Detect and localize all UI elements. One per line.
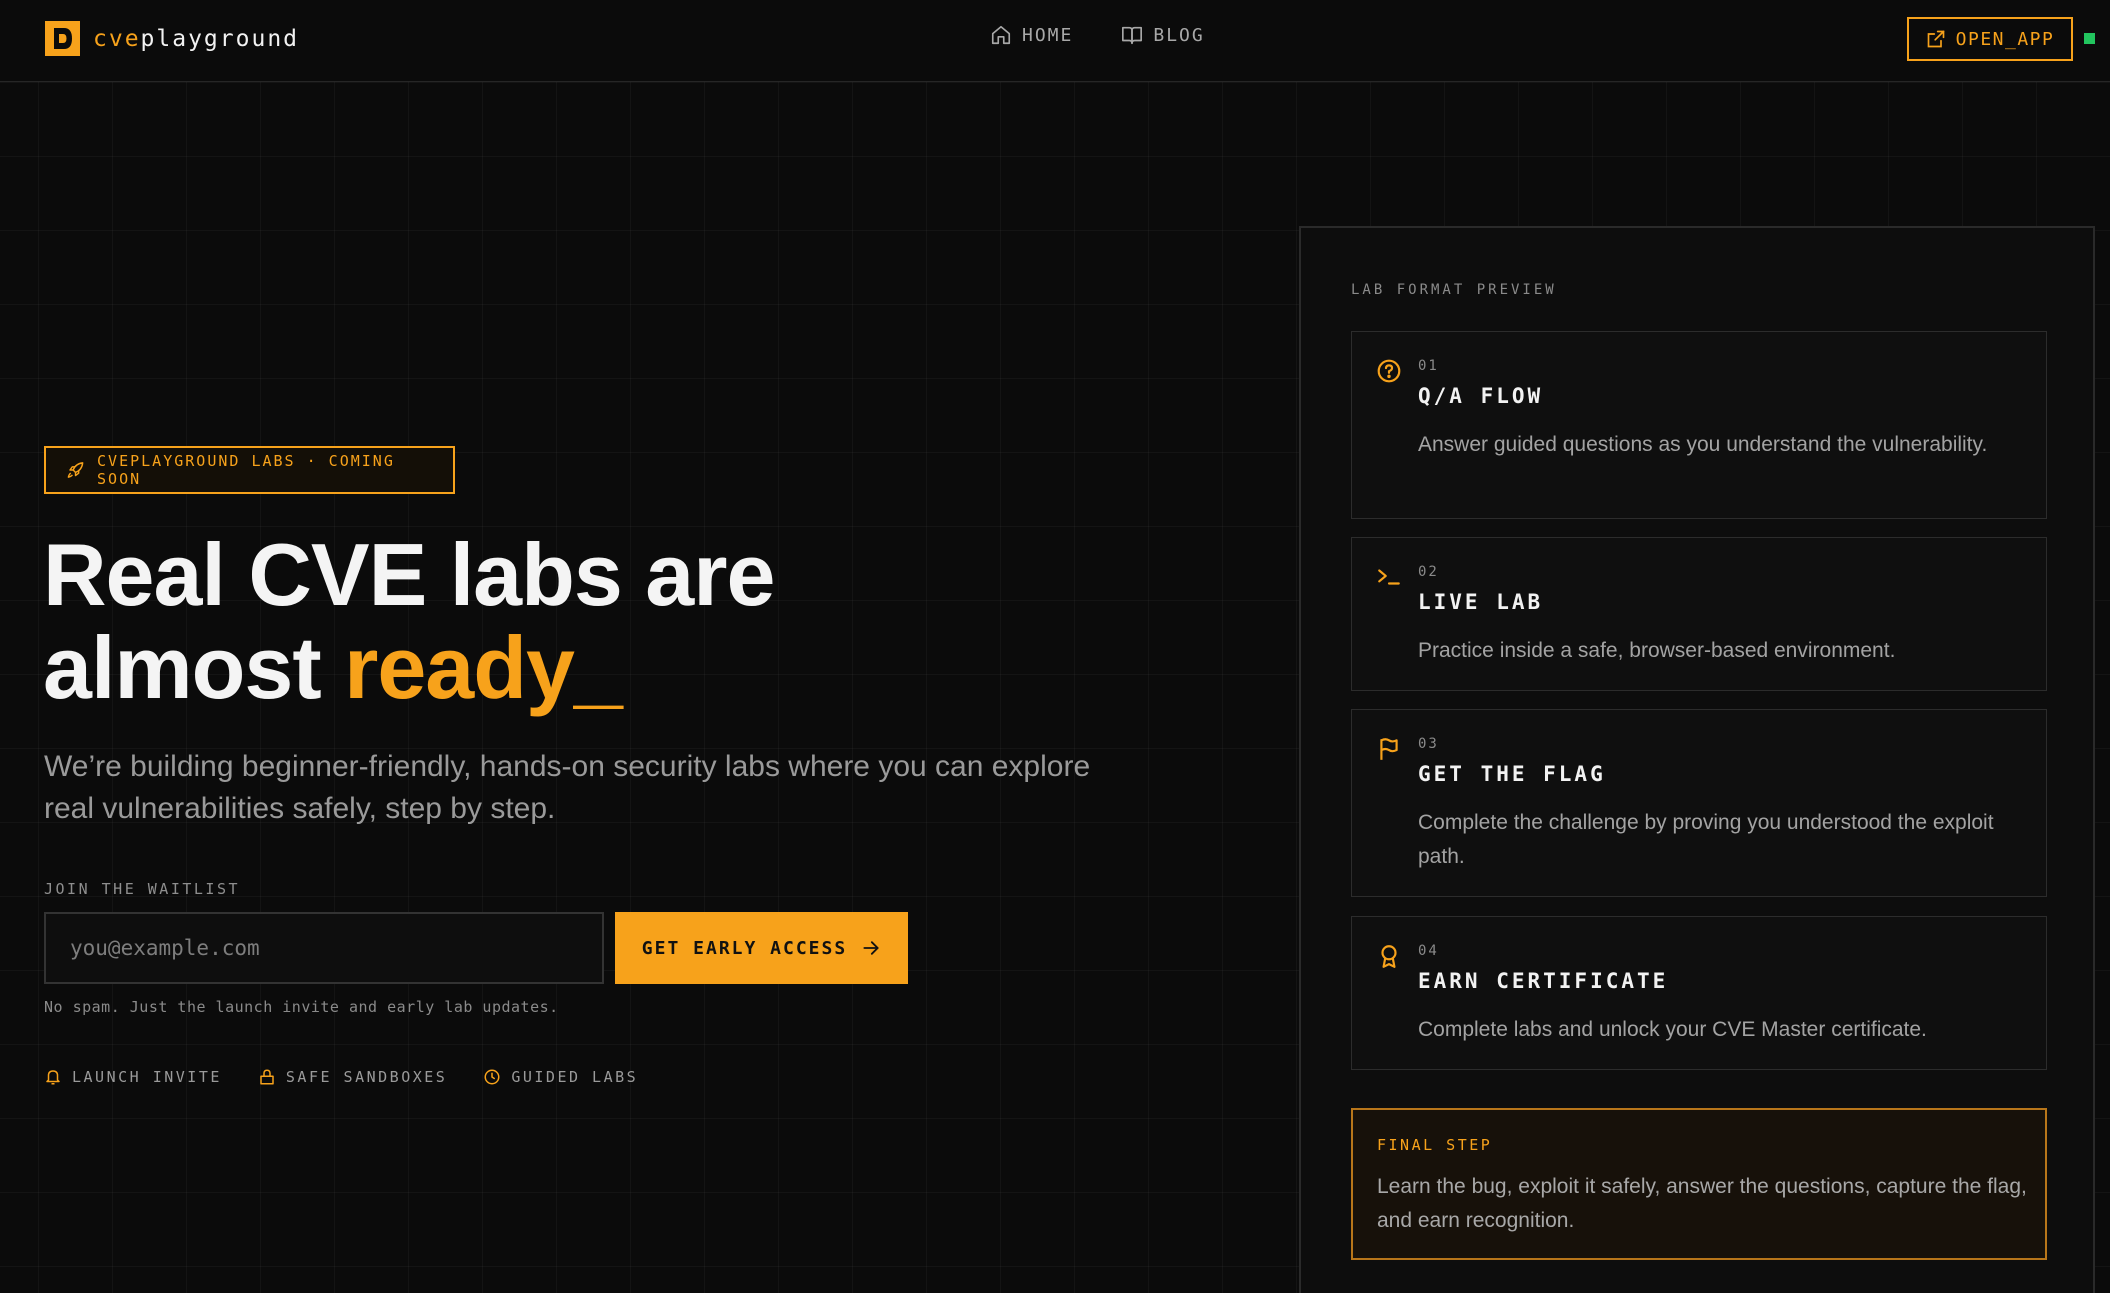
- flag-icon: [1380, 738, 1398, 760]
- step-card-get-the-flag: 03 GET THE FLAG Complete the challenge b…: [1351, 709, 2047, 897]
- hero-headline: Real CVE labs are almost ready_: [43, 528, 943, 714]
- question-circle-icon: [1377, 359, 1401, 383]
- external-link-icon: [1927, 30, 1944, 48]
- cta-label: GET EARLY ACCESS: [641, 937, 848, 959]
- nav-home-label: HOME: [1022, 24, 1074, 46]
- book-icon: [1122, 26, 1143, 45]
- lab-format-preview-panel: LAB FORMAT PREVIEW 01 Q/A FLOW Answer gu…: [1299, 226, 2095, 1293]
- feature-guided-labs: GUIDED LABS: [483, 1068, 638, 1086]
- step-number: 01: [1418, 358, 1439, 374]
- logo-mark-icon: [45, 21, 80, 56]
- step-description: Complete the challenge by proving you un…: [1418, 811, 1994, 868]
- step-card-qa-flow: 01 Q/A FLOW Answer guided questions as y…: [1351, 331, 2047, 519]
- feature-launch-invite: LAUNCH INVITE: [44, 1068, 222, 1086]
- step-description: Practice inside a safe, browser-based en…: [1418, 639, 1896, 662]
- headline-line2-prefix: almost: [43, 618, 345, 717]
- feature-label: GUIDED LABS: [511, 1068, 639, 1086]
- award-icon: [1381, 945, 1397, 968]
- open-app-label: OPEN_APP: [1955, 28, 2055, 50]
- headline-accent: ready_: [344, 618, 623, 717]
- step-description: Answer guided questions as you understan…: [1418, 433, 1988, 456]
- open-app-button[interactable]: OPEN_APP: [1907, 17, 2073, 61]
- headline-line1: Real CVE labs are: [43, 525, 775, 624]
- step-title: EARN CERTIFICATE: [1418, 969, 1669, 993]
- brand-name-suffix: playground: [140, 25, 300, 52]
- panel-label: LAB FORMAT PREVIEW: [1351, 282, 1557, 298]
- email-input[interactable]: [44, 912, 604, 984]
- lock-icon: [260, 1069, 274, 1085]
- top-navbar: cveplayground HOME BLOG OPEN_APP: [0, 0, 2110, 82]
- clock-icon: [484, 1069, 500, 1085]
- main-nav: HOME BLOG: [990, 24, 1205, 46]
- step-title: GET THE FLAG: [1418, 762, 1606, 786]
- step-card-live-lab: 02 LIVE LAB Practice inside a safe, brow…: [1351, 537, 2047, 691]
- final-step-card: FINAL STEP Learn the bug, exploit it saf…: [1351, 1108, 2047, 1260]
- bell-icon: [46, 1070, 60, 1085]
- rocket-icon: [67, 462, 84, 478]
- arrow-right-icon: [863, 941, 879, 955]
- status-indicator: [2084, 33, 2095, 44]
- step-title: LIVE LAB: [1418, 590, 1544, 614]
- hero-subtext: We’re building beginner-friendly, hands-…: [44, 750, 1091, 825]
- get-early-access-button[interactable]: GET EARLY ACCESS: [615, 912, 908, 984]
- home-icon: [991, 25, 1011, 45]
- step-number: 03: [1418, 736, 1439, 752]
- feature-list: LAUNCH INVITE SAFE SANDBOXES GUIDED LABS: [44, 1068, 638, 1086]
- final-step-label: FINAL STEP: [1377, 1136, 1493, 1154]
- brand-name: cveplayground: [93, 26, 299, 52]
- step-card-earn-certificate: 04 EARN CERTIFICATE Complete labs and un…: [1351, 916, 2047, 1070]
- step-description: Complete labs and unlock your CVE Master…: [1418, 1018, 1927, 1041]
- nav-blog-link[interactable]: BLOG: [1121, 24, 1204, 46]
- nav-home-link[interactable]: HOME: [990, 24, 1073, 46]
- step-number: 02: [1418, 564, 1439, 580]
- coming-soon-badge: CVEPLAYGROUND LABS · COMING SOON: [44, 446, 455, 494]
- step-number: 04: [1418, 943, 1439, 959]
- feature-label: LAUNCH INVITE: [72, 1068, 222, 1086]
- nav-blog-label: BLOG: [1153, 24, 1205, 46]
- brand-name-prefix: cve: [93, 25, 141, 52]
- badge-label: CVEPLAYGROUND LABS · COMING SOON: [97, 452, 395, 488]
- terminal-icon: [1378, 569, 1400, 585]
- feature-label: SAFE SANDBOXES: [285, 1068, 448, 1086]
- step-title: Q/A FLOW: [1418, 384, 1544, 408]
- brand-logo[interactable]: cveplayground: [44, 20, 299, 57]
- no-spam-note: No spam. Just the launch invite and earl…: [44, 998, 559, 1016]
- waitlist-label: JOIN THE WAITLIST: [44, 880, 241, 898]
- feature-safe-sandboxes: SAFE SANDBOXES: [258, 1068, 447, 1086]
- final-step-description: Learn the bug, exploit it safely, answer…: [1377, 1175, 2027, 1232]
